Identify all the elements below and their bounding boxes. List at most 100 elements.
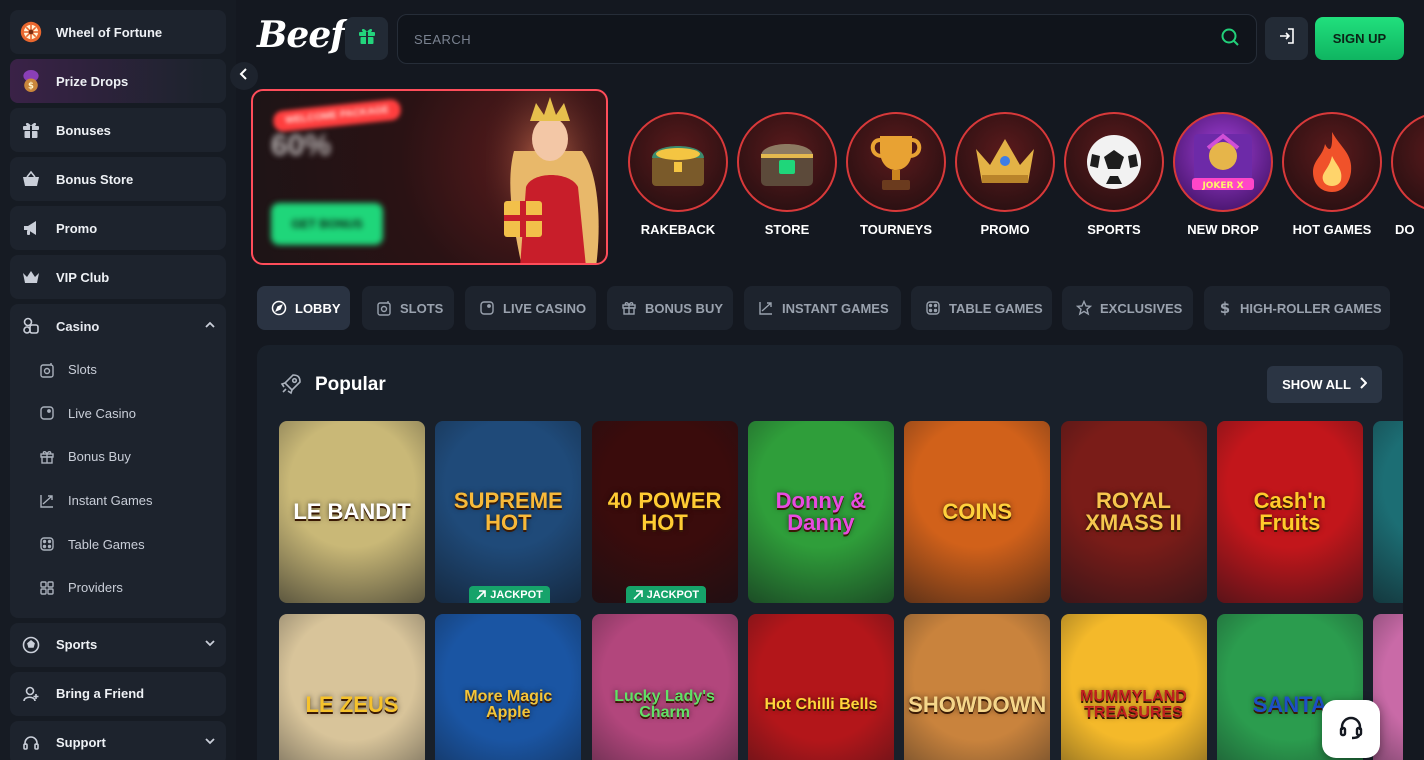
sidebar-subitem-label: Providers: [68, 580, 123, 596]
sidebar-item-bonuses[interactable]: Bonuses: [10, 108, 226, 152]
sidebar-item-support[interactable]: Support: [10, 720, 226, 760]
svg-text:JOKER X: JOKER X: [1201, 181, 1243, 191]
sidebar-item-bonus-store[interactable]: Bonus Store: [10, 157, 226, 201]
category-label: DO: [1395, 222, 1415, 237]
gift-icon: [20, 119, 42, 141]
game-title: More Magic Apple: [464, 688, 553, 721]
search-input[interactable]: [414, 31, 1220, 47]
sidebar-item-wheel-of-fortune[interactable]: Wheel of Fortune: [10, 10, 226, 54]
game-tile[interactable]: MUMMYLAND TREASURES: [1060, 614, 1207, 760]
game-tile[interactable]: Donny & Danny: [747, 421, 894, 603]
instant-icon: [38, 492, 56, 510]
sidebar-item-vip-club[interactable]: VIP Club: [10, 255, 226, 299]
trophy-icon: [846, 112, 946, 212]
sidebar-subitem-slots[interactable]: Slots: [10, 348, 226, 392]
jackpot-badge: JACKPOT: [469, 586, 550, 603]
tab-label: HIGH-ROLLER GAMES: [1240, 300, 1382, 316]
game-tile[interactable]: COINS: [904, 421, 1051, 603]
tab-bonus-buy[interactable]: BONUS BUY: [607, 286, 733, 330]
game-tile[interactable]: ROYAL XMASS II: [1060, 421, 1207, 603]
sidebar-item-label: Wheel of Fortune: [56, 24, 163, 40]
sidebar-item-label: Bonuses: [56, 122, 111, 138]
tab-lobby[interactable]: LOBBY: [257, 286, 350, 330]
game-tile[interactable]: SHOWDOWN: [904, 614, 1051, 760]
category-new-drop[interactable]: JOKER X NEW DROP: [1173, 112, 1273, 237]
game-title: Donny & Danny: [775, 488, 867, 535]
sidebar-collapse-button[interactable]: [230, 62, 258, 90]
game-title: SANTA: [1252, 692, 1327, 717]
game-tile[interactable]: Lucky Lady's Charm: [591, 614, 738, 760]
sidebar-subitem-instant-games[interactable]: Instant Games: [10, 479, 226, 523]
sidebar-item-label: Prize Drops: [56, 73, 129, 89]
category-sports[interactable]: SPORTS: [1064, 112, 1164, 237]
dice-icon: [20, 315, 42, 337]
category-promo[interactable]: PROMO: [955, 112, 1055, 237]
tab-instant-games[interactable]: INSTANT GAMES: [744, 286, 901, 330]
joker-icon: JOKER X: [1173, 112, 1273, 212]
game-tile[interactable]: Hot Chilli Bells: [747, 614, 894, 760]
category-tourneys[interactable]: TOURNEYS: [846, 112, 946, 237]
game-tile[interactable]: More Magic Apple: [435, 614, 582, 760]
game-tile[interactable]: LE ZEUS: [279, 614, 425, 760]
tab-label: BONUS BUY: [645, 300, 724, 316]
game-title: Lucky Lady's Charm: [614, 688, 715, 721]
sidebar-item-label: VIP Club: [56, 269, 110, 285]
sidebar-item-bring-a-friend[interactable]: Bring a Friend: [10, 671, 226, 716]
jackpot-icon: [476, 589, 487, 600]
sidebar-item-sports[interactable]: Sports: [10, 622, 226, 667]
tab-live-casino[interactable]: LIVE CASINO: [465, 286, 596, 330]
signup-button[interactable]: SIGN UP: [1315, 17, 1404, 60]
category-partial[interactable]: DO: [1391, 112, 1424, 237]
sidebar-item-casino[interactable]: Casino: [10, 304, 226, 348]
chevron-down-icon[interactable]: [204, 735, 216, 750]
tab-slots[interactable]: SLOTS: [362, 286, 454, 330]
gift-button[interactable]: [345, 17, 388, 60]
login-icon: [1278, 27, 1296, 50]
sidebar-item-promo[interactable]: Promo: [10, 206, 226, 250]
tab-exclusives[interactable]: EXCLUSIVES: [1062, 286, 1193, 330]
sidebar-subitem-label: Live Casino: [68, 405, 136, 421]
game-tile[interactable]: Cash'n Fruits: [1216, 421, 1363, 603]
store-chest-icon: [737, 112, 837, 212]
category-rakeback[interactable]: RAKEBACK: [628, 112, 728, 237]
sidebar-subitem-bonus-buy[interactable]: Bonus Buy: [10, 435, 226, 479]
partial-icon: [1391, 112, 1424, 212]
jackpot-icon: [633, 589, 643, 600]
chevron-down-icon[interactable]: [204, 637, 216, 652]
game-title: LE ZEUS: [305, 692, 399, 717]
get-bonus-button[interactable]: GET BONUS: [271, 203, 383, 245]
category-hot-games[interactable]: HOT GAMES: [1282, 112, 1382, 237]
chevron-up-icon[interactable]: [204, 319, 216, 334]
svg-text:$: $: [28, 81, 34, 91]
headset-icon: [20, 732, 42, 754]
welcome-banner[interactable]: WELCOME PACKAGE 60% GET BONUS: [251, 89, 608, 265]
category-label: HOT GAMES: [1292, 222, 1372, 237]
search-bar: [397, 14, 1257, 64]
logo[interactable]: Beef: [257, 14, 346, 56]
tab-table-games[interactable]: TABLE GAMES: [911, 286, 1052, 330]
login-button[interactable]: [1265, 17, 1308, 60]
category-store[interactable]: STORE: [737, 112, 837, 237]
sidebar-item-prize-drops[interactable]: $ Prize Drops: [10, 59, 226, 103]
support-chat-button[interactable]: [1322, 700, 1380, 758]
show-all-button[interactable]: SHOW ALL: [1267, 366, 1382, 403]
game-tile[interactable]: SUPREME HOT JACKPOT: [435, 421, 582, 603]
game-tile[interactable]: [1373, 421, 1403, 603]
sidebar-subitem-live-casino[interactable]: Live Casino: [10, 392, 226, 436]
sidebar-subitem-table-games[interactable]: Table Games: [10, 522, 226, 566]
tab-label: LIVE CASINO: [503, 300, 587, 316]
live-icon: [38, 404, 56, 422]
game-title: COINS: [942, 499, 1013, 524]
basket-icon: [20, 168, 42, 190]
game-title: 40 POWER HOT: [607, 488, 722, 535]
game-tile[interactable]: LE BANDIT: [279, 421, 425, 603]
jackpot-badge: JACKPOT: [625, 586, 707, 603]
search-icon[interactable]: [1220, 27, 1240, 52]
svg-text:$: $: [1220, 300, 1230, 316]
category-tabs: LOBBY SLOTS LIVE CASINO BONUS BUY INSTAN…: [257, 286, 1424, 330]
tab-high-roller-games[interactable]: $ HIGH-ROLLER GAMES: [1204, 286, 1390, 330]
chevron-right-icon: [1359, 377, 1368, 392]
sidebar-subitem-providers[interactable]: Providers: [10, 566, 226, 610]
game-tile[interactable]: 40 POWER HOT JACKPOT: [591, 421, 738, 603]
table-dice-icon: [38, 535, 56, 553]
